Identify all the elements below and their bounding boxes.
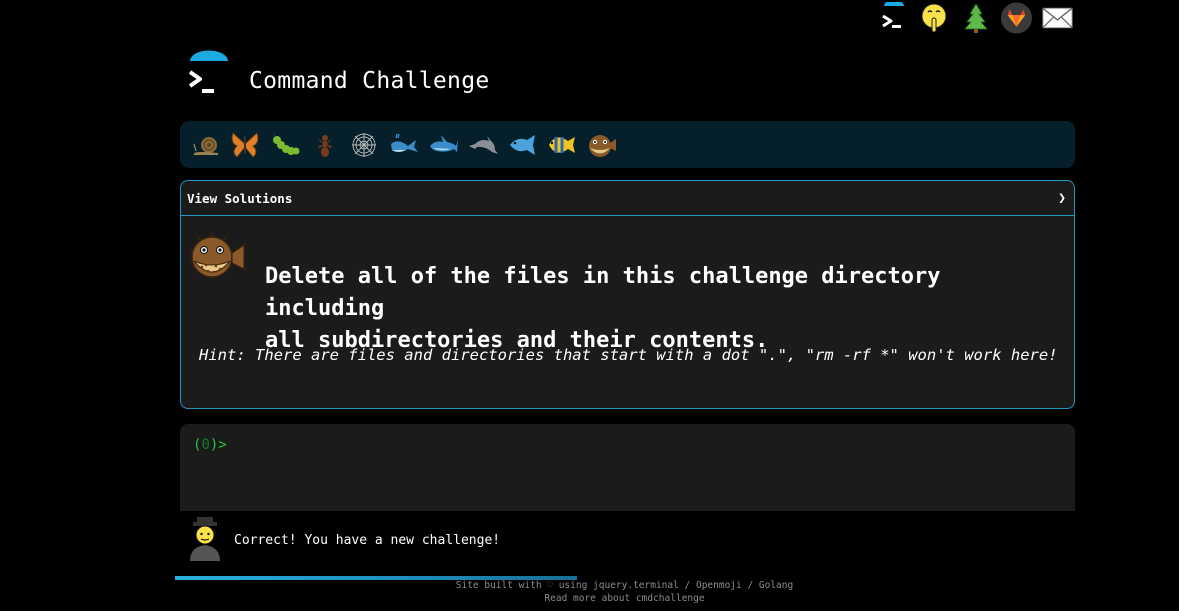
terminal-prompt-icon — [188, 50, 228, 93]
spider-web-icon[interactable] — [344, 125, 384, 165]
site-logo[interactable] — [186, 50, 230, 98]
snail-icon[interactable] — [186, 125, 226, 165]
view-solutions-toggle[interactable]: View Solutions ❯ — [181, 181, 1074, 216]
dolphin-icon[interactable] — [463, 125, 503, 165]
prompt-count: 0 — [201, 437, 210, 453]
terminal[interactable]: (0)> — [180, 424, 1075, 511]
terminal-prompt: (0)> — [193, 437, 227, 453]
challenge-card: View Solutions ❯ Delete all of the files… — [180, 180, 1075, 409]
evergreen-tree-icon[interactable] — [959, 0, 992, 36]
level-bar — [180, 121, 1075, 168]
footer-credits: Site built with ♡ using jquery.terminal … — [455, 580, 794, 591]
about-link[interactable]: Read more about cmdchallenge — [544, 593, 704, 604]
view-solutions-label: View Solutions — [187, 190, 293, 206]
challenge-line-1: Delete all of the files in this challeng… — [265, 264, 941, 321]
prompt-close: )> — [209, 437, 227, 453]
whale-icon[interactable] — [384, 125, 424, 165]
envelope-icon[interactable] — [1041, 0, 1074, 36]
gitlab-fox-icon[interactable] — [1000, 0, 1033, 36]
status-message: Correct! You have a new challenge! — [234, 533, 501, 548]
chevron-right-icon: ❯ — [1058, 190, 1066, 206]
blowfish-icon — [188, 229, 248, 285]
challenge-description: Delete all of the files in this challeng… — [265, 261, 1065, 357]
top-nav — [877, 0, 1074, 36]
caterpillar-icon[interactable] — [265, 125, 305, 165]
butterfly-icon[interactable] — [226, 125, 266, 165]
ant-icon[interactable] — [305, 125, 345, 165]
fish-icon[interactable] — [503, 125, 543, 165]
shushing-face-icon[interactable] — [918, 0, 951, 36]
shark-icon[interactable] — [424, 125, 464, 165]
detective-icon — [186, 515, 224, 563]
blowfish-icon[interactable] — [582, 125, 622, 165]
footer: Site built with ♡ using jquery.terminal … — [0, 579, 1179, 605]
hint-text: Hint: There are files and directories th… — [199, 346, 1058, 364]
page-title: Command Challenge — [249, 68, 490, 94]
tropical-fish-icon[interactable] — [542, 125, 582, 165]
terminal-icon[interactable] — [877, 0, 910, 36]
